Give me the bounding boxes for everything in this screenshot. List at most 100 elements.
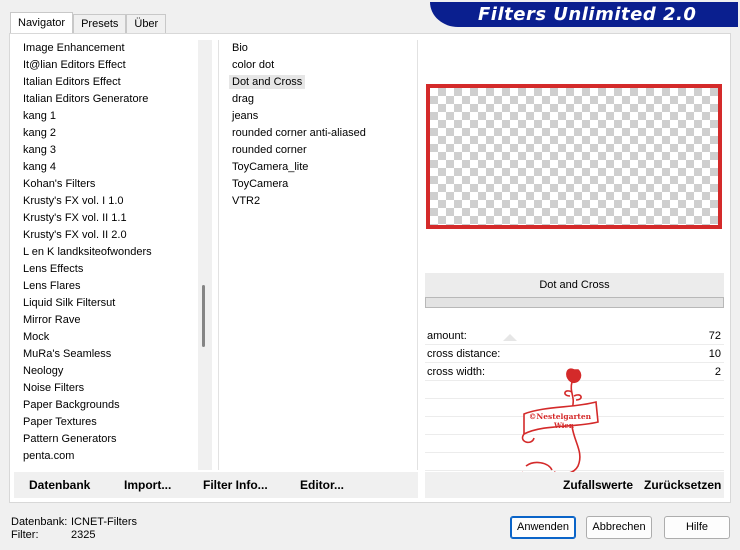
filter-item-label: rounded corner anti-aliased	[232, 127, 366, 139]
category-item-label: Italian Editors Generatore	[23, 93, 149, 105]
category-item[interactable]: kang 4	[14, 159, 212, 176]
category-item-label: MuRa's Seamless	[23, 348, 112, 360]
filter-item-label: color dot	[232, 59, 275, 71]
filter-item-label: VTR2	[232, 195, 261, 207]
param-row-cross-distance[interactable]: cross distance: 10	[425, 346, 724, 363]
scrollbar-thumb[interactable]	[202, 285, 205, 347]
filter-item[interactable]: color dot	[219, 57, 417, 74]
category-item[interactable]: Paper Textures	[14, 414, 212, 431]
status-filter-count: 2325	[71, 529, 96, 541]
reset-button[interactable]: Zurücksetzen	[644, 478, 721, 492]
category-item[interactable]: kang 2	[14, 125, 212, 142]
selected-filter-name: Dot and Cross	[425, 273, 724, 297]
watermark-logo: ©Nestelgarten Wien	[521, 368, 599, 482]
category-item[interactable]: kang 3	[14, 142, 212, 159]
filter-info-button[interactable]: Filter Info...	[203, 478, 268, 492]
category-item[interactable]: Paper Backgrounds	[14, 397, 212, 414]
help-button[interactable]: Hilfe	[664, 516, 730, 539]
category-item-label: Lens Effects	[23, 263, 84, 275]
category-item-label: penta.com	[23, 450, 75, 462]
category-item[interactable]: Kohan's Filters	[14, 176, 212, 193]
watermark-text-2: Wien	[553, 421, 574, 430]
filter-item[interactable]: rounded corner anti-aliased	[219, 125, 417, 142]
category-item[interactable]: L en K landksiteofwonders	[14, 244, 212, 261]
tab-strip: Navigator Presets Über	[10, 12, 167, 34]
random-values-button[interactable]: Zufallswerte	[563, 478, 633, 492]
category-item[interactable]: Krusty's FX vol. II 1.1	[14, 210, 212, 227]
category-item-label: kang 4	[23, 161, 57, 173]
import-button[interactable]: Import...	[124, 478, 171, 492]
apply-button[interactable]: Anwenden	[510, 516, 576, 539]
category-item-label: Krusty's FX vol. I 1.0	[23, 195, 124, 207]
category-item[interactable]: MuRa's Seamless	[14, 346, 212, 363]
progress-bar	[425, 297, 724, 308]
status-db-label: Datenbank:	[11, 516, 68, 528]
cancel-button[interactable]: Abbrechen	[586, 516, 652, 539]
editor-button[interactable]: Editor...	[300, 478, 344, 492]
category-item[interactable]: Italian Editors Generatore	[14, 91, 212, 108]
filter-item-label: ToyCamera	[232, 178, 289, 190]
database-button[interactable]: Datenbank	[29, 478, 90, 492]
filter-item[interactable]: ToyCamera_lite	[219, 159, 417, 176]
filter-item-label: Dot and Cross	[229, 75, 306, 89]
category-item-label: Mirror Rave	[23, 314, 81, 326]
category-item[interactable]: Mock	[14, 329, 212, 346]
category-item-label: Liquid Silk Filtersut	[23, 297, 116, 309]
filter-list[interactable]: Bio color dot Dot and Cross drag jeans rounde…	[218, 40, 418, 470]
filter-item-label: drag	[232, 93, 255, 105]
filter-item[interactable]: Dot and Cross	[219, 74, 417, 91]
param-value[interactable]: 10	[709, 346, 721, 363]
preview-image	[425, 83, 723, 230]
filter-item[interactable]: rounded corner	[219, 142, 417, 159]
category-item-label: L en K landksiteofwonders	[23, 246, 152, 258]
param-label: cross width:	[427, 366, 486, 378]
tab-presets[interactable]: Presets	[73, 14, 127, 34]
param-row-amount[interactable]: amount: 72	[425, 328, 724, 345]
category-item-label: kang 2	[23, 127, 57, 139]
category-item[interactable]: Lens Effects	[14, 261, 212, 278]
watermark-text-1: ©Nestelgarten	[529, 412, 592, 421]
filter-item-label: rounded corner	[232, 144, 307, 156]
status-filter-label: Filter:	[11, 529, 39, 541]
category-item[interactable]: Krusty's FX vol. I 1.0	[14, 193, 212, 210]
filter-item-label: ToyCamera_lite	[232, 161, 309, 173]
category-item[interactable]: Mirror Rave	[14, 312, 212, 329]
category-item[interactable]: Liquid Silk Filtersut	[14, 295, 212, 312]
category-item-label: Italian Editors Effect	[23, 76, 121, 88]
category-item[interactable]: It@lian Editors Effect	[14, 57, 212, 74]
category-item[interactable]: Lens Flares	[14, 278, 212, 295]
filter-item[interactable]: ToyCamera	[219, 176, 417, 193]
param-label: cross distance:	[427, 348, 501, 360]
category-item-label: Paper Backgrounds	[23, 399, 120, 411]
category-item[interactable]: Image Enhancement	[14, 40, 212, 57]
category-item-label: Krusty's FX vol. II 2.0	[23, 229, 127, 241]
category-item[interactable]: Krusty's FX vol. II 2.0	[14, 227, 212, 244]
category-item[interactable]: kang 1	[14, 108, 212, 125]
category-item[interactable]: Pattern Generators	[14, 431, 212, 448]
category-item-label: Kohan's Filters	[23, 178, 96, 190]
filter-item[interactable]: jeans	[219, 108, 417, 125]
category-item[interactable]: penta.com	[14, 448, 212, 465]
category-item-label: Image Enhancement	[23, 42, 125, 54]
category-item[interactable]: Italian Editors Effect	[14, 74, 212, 91]
category-item[interactable]: Neology	[14, 363, 212, 380]
param-value[interactable]: 72	[709, 328, 721, 345]
category-item-label: Paper Textures	[23, 416, 97, 428]
filter-item[interactable]: Bio	[219, 40, 417, 57]
filter-item[interactable]: drag	[219, 91, 417, 108]
category-item-label: Neology	[23, 365, 64, 377]
category-item-label: It@lian Editors Effect	[23, 59, 126, 71]
param-value[interactable]: 2	[715, 364, 721, 381]
category-scrollbar[interactable]	[198, 40, 212, 470]
tab-navigator[interactable]: Navigator	[10, 12, 74, 34]
filter-item-label: jeans	[232, 110, 259, 122]
tab-about[interactable]: Über	[126, 14, 167, 34]
category-item-label: Mock	[23, 331, 50, 343]
filter-item[interactable]: VTR2	[219, 193, 417, 210]
category-item[interactable]: Noise Filters	[14, 380, 212, 397]
category-item-label: Pattern Generators	[23, 433, 117, 445]
param-label: amount:	[427, 330, 467, 342]
category-item-label: Krusty's FX vol. II 1.1	[23, 212, 127, 224]
category-list[interactable]: Image Enhancement It@lian Editors Effect I…	[14, 40, 212, 470]
category-item-label: Noise Filters	[23, 382, 85, 394]
